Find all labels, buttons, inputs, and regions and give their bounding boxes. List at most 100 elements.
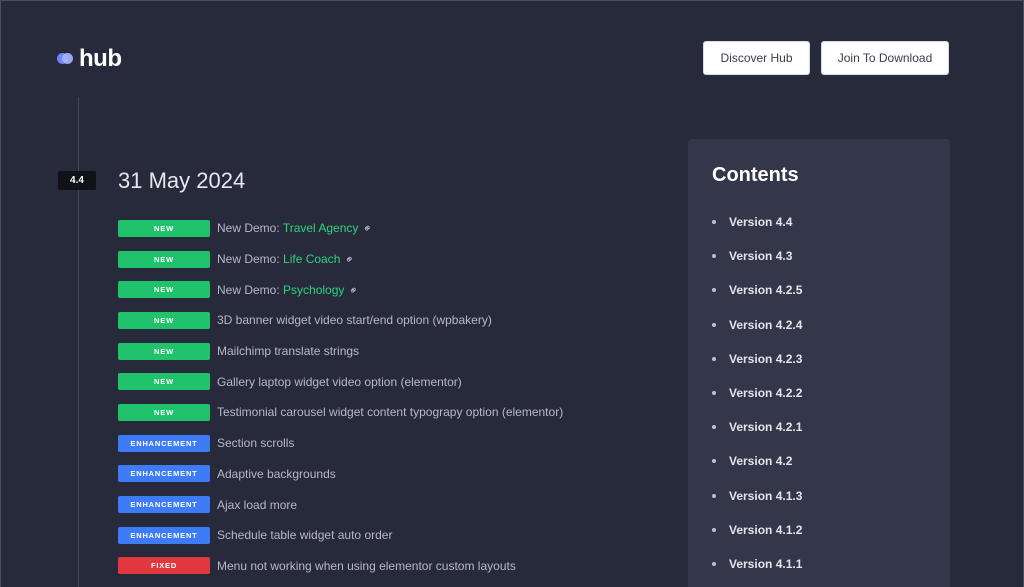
contents-item[interactable]: Version 4.2.4 [712,308,802,342]
contents-item-label: Version 4.1.2 [729,522,803,537]
contents-item-label: Version 4.1.3 [729,488,803,503]
logo-text: hub [79,45,122,72]
change-row: ENHANCEMENT Schedule table widget auto or… [118,520,563,551]
bullet-icon [712,527,716,532]
change-row: NEW Mailchimp translate strings [118,336,563,367]
contents-item-label: Version 4.2.1 [729,420,803,435]
change-text: Schedule table widget auto order [217,528,392,542]
change-description: Menu not working when using elementor cu… [217,558,516,573]
demo-link[interactable]: Psychology [283,283,344,297]
bullet-icon [712,288,716,293]
change-tag: NEW [118,403,210,421]
change-text: New Demo: Psychology ⚭ [217,282,362,298]
bullet-icon [712,254,716,259]
contents-item-label: Version 4.3 [729,249,793,264]
changelog-page: hub Discover Hub Join To Download 4.4 31… [0,0,1024,587]
change-text: 3D banner widget video start/end option … [217,313,492,327]
contents-item-label: Version 4.2.4 [729,317,803,332]
contents-item[interactable]: Version 4.1.1 [712,547,802,581]
contents-item[interactable]: Version 4.2.3 [712,342,802,376]
hub-logo[interactable]: hub [57,45,122,73]
change-prefix: New Demo: [217,282,284,297]
contents-item-label: Version 4.2.5 [729,283,803,298]
change-tag: FIXED [118,557,210,575]
change-tag: NEW [118,373,210,391]
release-date: 31 May 2024 [118,168,246,193]
change-description: Schedule table widget auto order [217,528,393,543]
change-description: Testimonial carousel widget content typo… [217,405,564,420]
contents-item[interactable]: Version 4.1.3 [712,479,802,513]
logo-mark-icon [57,53,73,65]
change-row: ENHANCEMENT Ajax load more [118,489,563,520]
change-tag: ENHANCEMENT [118,526,210,544]
link-icon[interactable]: ⚭ [360,221,376,237]
change-tag: NEW [118,342,210,360]
contents-item-label: Version 4.2 [729,454,793,469]
change-text: Adaptive backgrounds [217,467,336,481]
contents-panel: Contents Version 4.4 Version 4.3 Version 4… [688,139,950,587]
version-badge: 4.4 [58,171,96,190]
change-row: NEW New Demo: Travel Agency ⚭ [118,213,563,244]
link-icon[interactable]: ⚭ [346,282,362,298]
contents-item[interactable]: Version 4.1 [712,581,802,587]
contents-item[interactable]: Version 4.1.2 [712,513,802,547]
contents-item-label: Version 4.2.2 [729,386,803,401]
link-icon[interactable]: ⚭ [342,252,358,267]
change-row: ENHANCEMENT Section scrolls [118,428,563,459]
change-row: NEW Testimonial carousel widget content t… [118,397,563,428]
change-row: NEW New Demo: Life Coach ⚭ [118,244,563,275]
change-row: NEW Gallery laptop widget video option (e… [118,366,563,397]
change-description: Section scrolls [217,436,295,451]
change-text: Mailchimp translate strings [217,344,359,358]
change-text: Testimonial carousel widget content typo… [217,405,563,419]
join-to-download-button[interactable]: Join To Download [821,41,949,75]
change-tag: ENHANCEMENT [118,465,210,483]
change-text: Ajax load more [217,498,297,512]
bullet-icon [712,493,716,498]
contents-item[interactable]: Version 4.2 [712,444,802,478]
bullet-icon [712,356,716,361]
bullet-icon [712,425,716,430]
change-tag: NEW [118,311,210,329]
change-description: Mailchimp translate strings [217,344,360,359]
change-row: NEW 3D banner widget video start/end opti… [118,305,563,336]
contents-item[interactable]: Version 4.2.1 [712,410,802,444]
bullet-icon [712,322,716,327]
change-row: ENHANCEMENT Adaptive backgrounds [118,459,563,490]
discover-hub-button[interactable]: Discover Hub [703,41,810,75]
change-tag: NEW [118,281,210,299]
change-text: Gallery laptop widget video option (elem… [217,375,462,389]
change-prefix: New Demo: [217,221,283,236]
contents-item[interactable]: Version 4.3 [712,239,802,273]
change-description: 3D banner widget video start/end option … [217,313,492,328]
contents-list: Version 4.4 Version 4.3 Version 4.2.5 Versi… [712,205,802,587]
change-text: Menu not working when using elementor cu… [217,559,516,573]
change-row: NEW New Demo: Psychology ⚭ [118,274,563,305]
change-list: NEW New Demo: Travel Agency ⚭ NEW New Demo: … [118,213,563,587]
change-prefix: New Demo: [217,252,284,267]
contents-item-label: Version 4.1.1 [729,556,803,571]
contents-item[interactable]: Version 4.2.5 [712,273,802,307]
bullet-icon [712,459,716,464]
demo-link[interactable]: Travel Agency [283,221,359,235]
change-tag: ENHANCEMENT [118,434,210,452]
change-row: FIXEDTab content ordering in mobile [118,581,563,587]
contents-item-label: Version 4.4 [729,215,793,230]
change-text: New Demo: Life Coach ⚭ [217,252,358,267]
demo-link[interactable]: Life Coach [283,252,340,266]
change-row: FIXED Menu not working when using element… [118,551,563,582]
contents-item[interactable]: Version 4.4 [712,205,802,239]
change-text: Section scrolls [217,436,294,450]
bullet-icon [712,220,716,225]
change-description: Ajax load more [217,497,298,512]
change-tag: ENHANCEMENT [118,496,210,514]
change-description: Adaptive backgrounds [217,466,336,481]
change-description: Gallery laptop widget video option (elem… [217,374,462,389]
contents-title: Contents [712,164,799,186]
change-tag: NEW [118,219,210,237]
change-tag: NEW [118,250,210,268]
bullet-icon [712,561,716,566]
contents-item[interactable]: Version 4.2.2 [712,376,802,410]
change-text: New Demo: Travel Agency ⚭ [217,221,376,237]
bullet-icon [712,391,716,396]
